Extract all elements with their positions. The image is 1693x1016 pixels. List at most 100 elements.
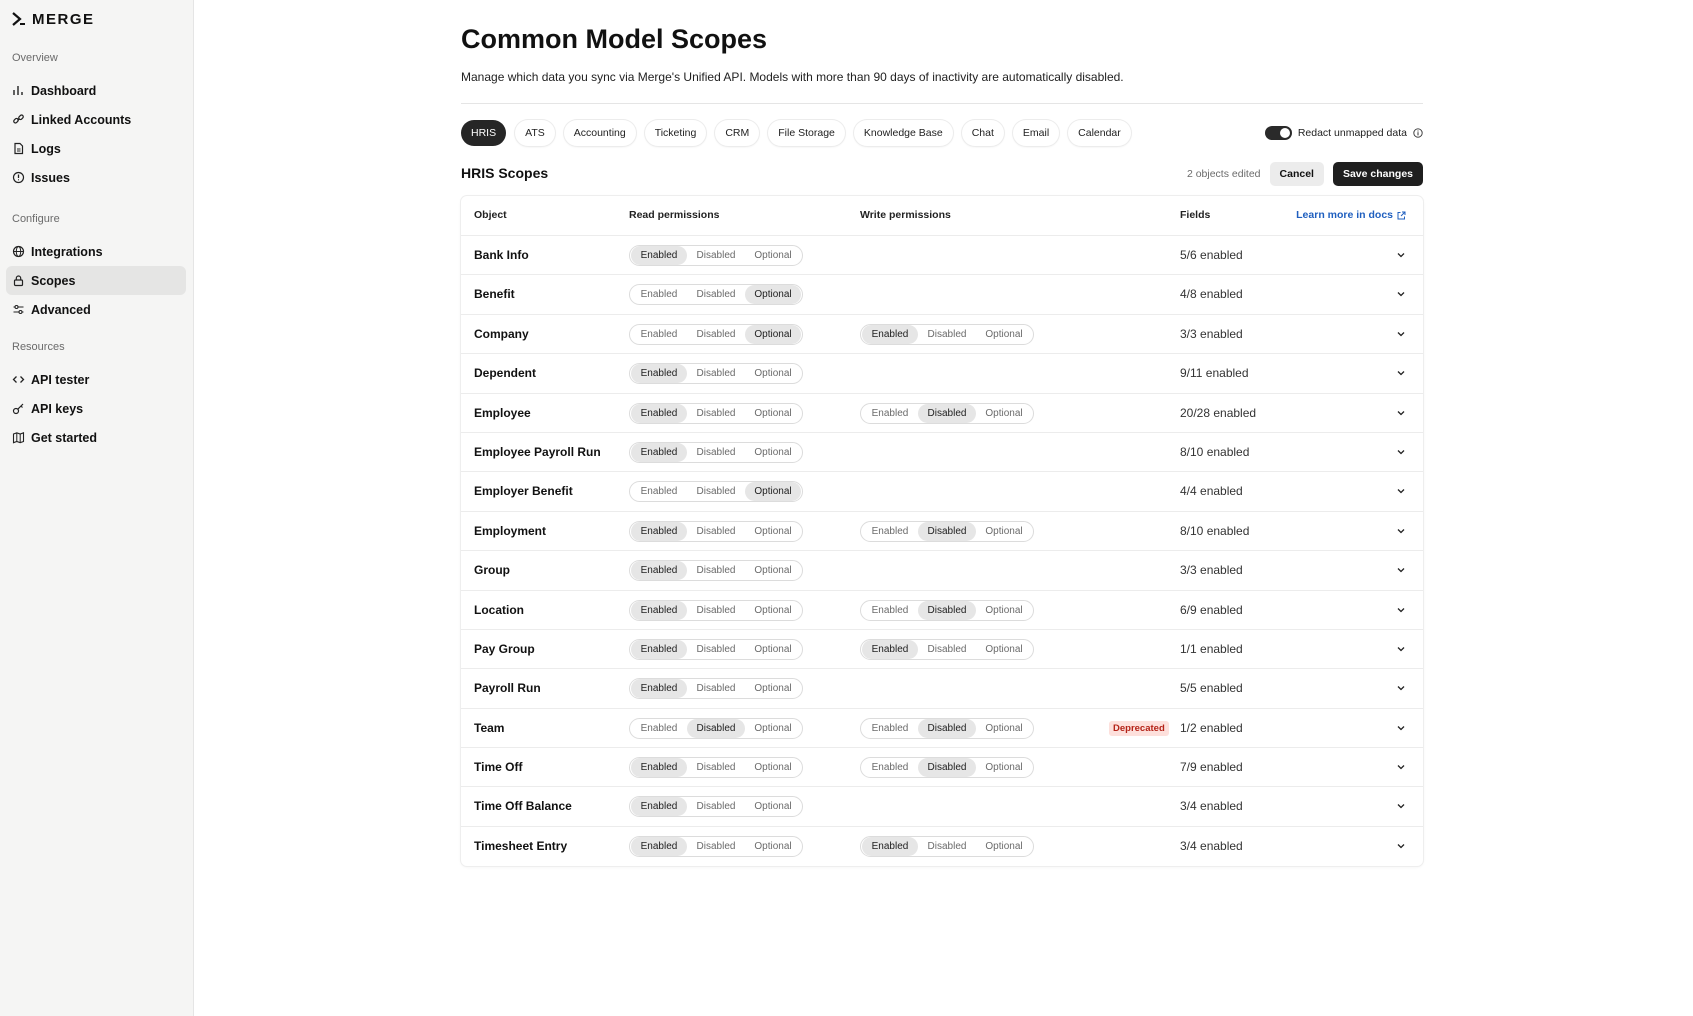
chevron-down-icon[interactable] <box>1396 605 1406 615</box>
sidebar-item-api-tester[interactable]: API tester <box>6 365 186 394</box>
read-option-optional[interactable]: Optional <box>745 522 801 541</box>
chevron-down-icon[interactable] <box>1396 250 1406 260</box>
read-option-optional[interactable]: Optional <box>745 404 801 423</box>
read-option-optional[interactable]: Optional <box>745 640 801 659</box>
tab-crm[interactable]: CRM <box>715 120 760 146</box>
read-option-disabled[interactable]: Disabled <box>687 325 745 344</box>
read-option-disabled[interactable]: Disabled <box>687 285 745 304</box>
write-option-optional[interactable]: Optional <box>976 719 1032 738</box>
chevron-down-icon[interactable] <box>1396 526 1406 536</box>
read-option-optional[interactable]: Optional <box>745 246 801 265</box>
read-option-disabled[interactable]: Disabled <box>687 443 745 462</box>
read-option-optional[interactable]: Optional <box>745 719 801 738</box>
sidebar-item-scopes[interactable]: Scopes <box>6 266 186 295</box>
sidebar-item-dashboard[interactable]: Dashboard <box>6 76 186 105</box>
read-option-optional[interactable]: Optional <box>745 482 801 502</box>
read-option-disabled[interactable]: Disabled <box>687 482 745 501</box>
tab-hris[interactable]: HRIS <box>461 120 507 146</box>
read-option-enabled[interactable]: Enabled <box>631 561 687 581</box>
read-option-optional[interactable]: Optional <box>745 837 801 856</box>
read-option-disabled[interactable]: Disabled <box>687 404 745 423</box>
write-option-optional[interactable]: Optional <box>976 404 1032 423</box>
sidebar-item-advanced[interactable]: Advanced <box>6 295 186 324</box>
read-option-disabled[interactable]: Disabled <box>687 246 745 265</box>
write-option-enabled[interactable]: Enabled <box>862 522 918 541</box>
chevron-down-icon[interactable] <box>1396 565 1406 575</box>
tab-knowledge-base[interactable]: Knowledge Base <box>853 120 953 146</box>
write-option-disabled[interactable]: Disabled <box>918 325 976 344</box>
write-option-enabled[interactable]: Enabled <box>862 324 918 344</box>
read-option-enabled[interactable]: Enabled <box>631 325 687 344</box>
read-option-optional[interactable]: Optional <box>745 679 801 698</box>
merge-logo[interactable]: MERGE <box>12 9 95 29</box>
read-option-enabled[interactable]: Enabled <box>631 836 687 856</box>
write-option-optional[interactable]: Optional <box>976 837 1032 856</box>
sidebar-item-api-keys[interactable]: API keys <box>6 394 186 423</box>
tab-ats[interactable]: ATS <box>515 120 555 146</box>
write-option-disabled[interactable]: Disabled <box>918 718 976 738</box>
tab-accounting[interactable]: Accounting <box>563 120 636 146</box>
chevron-down-icon[interactable] <box>1396 447 1406 457</box>
read-option-enabled[interactable]: Enabled <box>631 403 687 423</box>
tab-email[interactable]: Email <box>1012 120 1060 146</box>
write-option-disabled[interactable]: Disabled <box>918 521 976 541</box>
write-option-enabled[interactable]: Enabled <box>862 404 918 423</box>
read-option-disabled[interactable]: Disabled <box>687 601 745 620</box>
chevron-down-icon[interactable] <box>1396 683 1406 693</box>
read-option-optional[interactable]: Optional <box>745 285 801 305</box>
write-option-disabled[interactable]: Disabled <box>918 403 976 423</box>
sidebar-item-integrations[interactable]: Integrations <box>6 237 186 266</box>
write-option-optional[interactable]: Optional <box>976 601 1032 620</box>
read-option-optional[interactable]: Optional <box>745 601 801 620</box>
write-option-enabled[interactable]: Enabled <box>862 601 918 620</box>
read-option-enabled[interactable]: Enabled <box>631 482 687 501</box>
read-option-enabled[interactable]: Enabled <box>631 679 687 699</box>
chevron-down-icon[interactable] <box>1396 762 1406 772</box>
tab-chat[interactable]: Chat <box>961 120 1004 146</box>
chevron-down-icon[interactable] <box>1396 644 1406 654</box>
tab-calendar[interactable]: Calendar <box>1068 120 1131 146</box>
write-option-disabled[interactable]: Disabled <box>918 837 976 856</box>
write-option-enabled[interactable]: Enabled <box>862 719 918 738</box>
tab-file-storage[interactable]: File Storage <box>768 120 845 146</box>
write-option-optional[interactable]: Optional <box>976 325 1032 344</box>
chevron-down-icon[interactable] <box>1396 486 1406 496</box>
read-option-enabled[interactable]: Enabled <box>631 758 687 778</box>
learn-more-docs-link[interactable]: Learn more in docs <box>1296 209 1406 221</box>
write-option-optional[interactable]: Optional <box>976 640 1032 659</box>
sidebar-item-get-started[interactable]: Get started <box>6 423 186 452</box>
write-option-optional[interactable]: Optional <box>976 758 1032 777</box>
info-icon[interactable] <box>1413 128 1423 138</box>
read-option-disabled[interactable]: Disabled <box>687 640 745 659</box>
chevron-down-icon[interactable] <box>1396 723 1406 733</box>
save-changes-button[interactable]: Save changes <box>1332 162 1423 186</box>
write-option-optional[interactable]: Optional <box>976 522 1032 541</box>
write-option-disabled[interactable]: Disabled <box>918 758 976 778</box>
write-option-disabled[interactable]: Disabled <box>918 600 976 620</box>
write-option-disabled[interactable]: Disabled <box>918 640 976 659</box>
write-option-enabled[interactable]: Enabled <box>862 639 918 659</box>
chevron-down-icon[interactable] <box>1396 329 1406 339</box>
write-option-enabled[interactable]: Enabled <box>862 758 918 777</box>
read-option-optional[interactable]: Optional <box>745 364 801 383</box>
chevron-down-icon[interactable] <box>1396 841 1406 851</box>
read-option-enabled[interactable]: Enabled <box>631 797 687 817</box>
chevron-down-icon[interactable] <box>1396 368 1406 378</box>
redact-toggle[interactable] <box>1264 126 1292 140</box>
read-option-disabled[interactable]: Disabled <box>687 679 745 698</box>
read-option-disabled[interactable]: Disabled <box>687 364 745 383</box>
write-option-enabled[interactable]: Enabled <box>862 836 918 856</box>
read-option-enabled[interactable]: Enabled <box>631 442 687 462</box>
read-option-disabled[interactable]: Disabled <box>687 758 745 777</box>
read-option-enabled[interactable]: Enabled <box>631 521 687 541</box>
read-option-enabled[interactable]: Enabled <box>631 719 687 738</box>
read-option-disabled[interactable]: Disabled <box>687 837 745 856</box>
read-option-optional[interactable]: Optional <box>745 561 801 580</box>
chevron-down-icon[interactable] <box>1396 801 1406 811</box>
sidebar-item-logs[interactable]: Logs <box>6 134 186 163</box>
sidebar-item-linked-accounts[interactable]: Linked Accounts <box>6 105 186 134</box>
read-option-disabled[interactable]: Disabled <box>687 522 745 541</box>
read-option-optional[interactable]: Optional <box>745 758 801 777</box>
read-option-enabled[interactable]: Enabled <box>631 600 687 620</box>
read-option-enabled[interactable]: Enabled <box>631 285 687 304</box>
